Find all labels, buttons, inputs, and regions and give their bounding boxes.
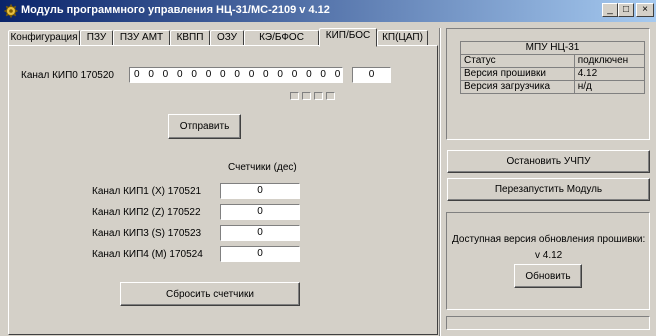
kip0-bits-field[interactable]: 0 0 0 0 0 0 0 0 0 0 0 0 0 0 0 0 xyxy=(129,67,343,83)
bit-indicator xyxy=(302,92,311,100)
status-key: Статус xyxy=(460,54,575,68)
status-value: подключен xyxy=(573,54,646,68)
status-bar xyxy=(446,316,650,330)
bit-indicator xyxy=(314,92,323,100)
tab-config[interactable]: Конфигурация xyxy=(8,30,80,46)
counter-label-kip2: Канал КИП2 (Z) 170522 xyxy=(92,207,201,218)
app-window: Модуль программного управления НЦ-31/МС-… xyxy=(0,0,656,336)
vertical-separator xyxy=(439,28,441,336)
update-panel xyxy=(446,212,650,310)
tab-ozu[interactable]: ОЗУ xyxy=(210,30,244,46)
stop-cnc-button[interactable]: Остановить УЧПУ xyxy=(447,150,650,173)
close-button[interactable]: × xyxy=(636,3,654,17)
minimize-button[interactable]: _ xyxy=(602,3,618,17)
counter-field-kip2[interactable]: 0 xyxy=(220,204,300,220)
title-bar[interactable]: Модуль программного управления НЦ-31/МС-… xyxy=(0,0,656,22)
counter-label-kip3: Канал КИП3 (S) 170523 xyxy=(92,228,202,239)
window-title: Модуль программного управления НЦ-31/МС-… xyxy=(21,4,330,16)
firmware-version-key: Версия прошивки xyxy=(460,67,575,81)
counter-field-kip3[interactable]: 0 xyxy=(220,225,300,241)
tab-pzu[interactable]: ПЗУ xyxy=(80,30,113,46)
gear-icon xyxy=(4,4,18,18)
counter-label-kip1: Канал КИП1 (X) 170521 xyxy=(92,186,202,197)
restart-module-button[interactable]: Перезапустить Модуль xyxy=(447,178,650,201)
tab-pzu-amt[interactable]: ПЗУ АМТ xyxy=(113,30,170,46)
counter-field-kip1[interactable]: 0 xyxy=(220,183,300,199)
tab-kip-bos[interactable]: КИП/БОС xyxy=(319,28,377,47)
maximize-button[interactable]: □ xyxy=(618,3,634,17)
tab-ke-bfos[interactable]: КЭ/БФОС xyxy=(244,30,319,46)
status-table: МПУ НЦ-31 Статус подключен Версия прошив… xyxy=(460,41,646,94)
bit-indicator xyxy=(290,92,299,100)
send-button[interactable]: Отправить xyxy=(168,114,241,139)
update-button[interactable]: Обновить xyxy=(514,264,582,288)
firmware-version-value: 4.12 xyxy=(573,67,646,81)
tab-kvpp[interactable]: КВПП xyxy=(170,30,210,46)
bit-indicator xyxy=(326,92,335,100)
bootloader-version-key: Версия загрузчика xyxy=(460,80,575,94)
bootloader-version-value: н/д xyxy=(573,80,646,94)
counter-field-kip4[interactable]: 0 xyxy=(220,246,300,262)
counter-label-kip4: Канал КИП4 (M) 170524 xyxy=(92,249,203,260)
kip0-label: Канал КИП0 170520 xyxy=(21,70,114,81)
update-available-text: Доступная версия обновления прошивки: xyxy=(452,234,646,245)
tab-kp-cap[interactable]: КП(ЦАП) xyxy=(377,30,428,46)
reset-counters-button[interactable]: Сбросить счетчики xyxy=(120,282,300,306)
status-table-header: МПУ НЦ-31 xyxy=(460,41,645,55)
counters-header: Счетчики (дес) xyxy=(228,162,297,173)
update-version: v 4.12 xyxy=(535,250,563,261)
kip0-value-field[interactable]: 0 xyxy=(352,67,391,83)
